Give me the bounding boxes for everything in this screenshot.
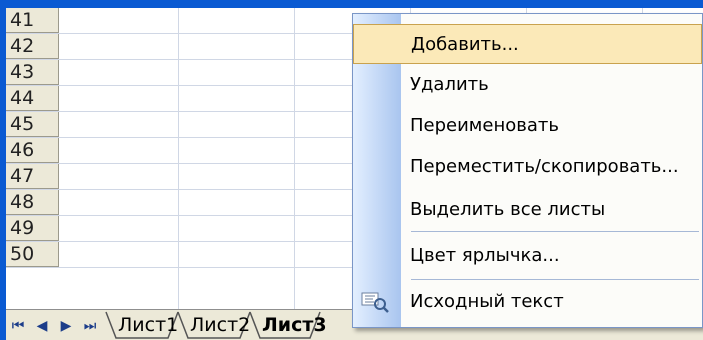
first-sheet-button[interactable]: ⏮ [8,316,28,336]
next-sheet-button[interactable]: ▶ [56,316,76,336]
row-header[interactable]: 47 [6,164,59,189]
menu-item-label: Переименовать [410,115,559,136]
row-header[interactable]: 50 [6,242,59,267]
menu-item-select-all[interactable]: Выделить все листы [353,190,702,230]
row-header[interactable]: 41 [6,8,59,33]
menu-item-label: Исходный текст [410,291,564,312]
menu-item-label: Добавить... [411,34,519,55]
menu-item-delete[interactable]: Удалить [353,65,702,105]
row-header[interactable]: 44 [6,86,59,111]
menu-item-label: Цвет ярлычка... [410,245,560,266]
prev-sheet-button[interactable]: ◀ [32,316,52,336]
row-header[interactable]: 42 [6,34,59,59]
row-header[interactable]: 46 [6,138,59,163]
menu-item-move-copy[interactable]: Переместить/скопировать... [353,147,702,187]
menu-item-rename[interactable]: Переименовать [353,106,702,146]
menu-item-label: Переместить/скопировать... [410,156,679,177]
row-header[interactable]: 49 [6,216,59,241]
row-header[interactable]: 48 [6,190,59,215]
menu-item-view-code[interactable]: Исходный текст [353,282,702,322]
menu-item-label: Удалить [410,74,489,95]
tab-sheet2[interactable]: Лист2 [190,313,250,337]
tab-sheet1[interactable]: Лист1 [118,313,178,337]
row-header[interactable]: 43 [6,60,59,85]
context-menu: Добавить... Удалить Переименовать Переме… [352,13,703,328]
last-sheet-button[interactable]: ⏭ [80,316,100,336]
row-header[interactable]: 45 [6,112,59,137]
tab-sheet3[interactable]: Лист3 [262,313,327,337]
menu-separator [411,231,699,232]
menu-item-tab-color[interactable]: Цвет ярлычка... [353,236,702,276]
menu-item-add[interactable]: Добавить... [353,24,702,64]
view-code-icon [361,292,389,313]
menu-item-label: Выделить все листы [410,199,606,220]
menu-separator [411,279,699,280]
